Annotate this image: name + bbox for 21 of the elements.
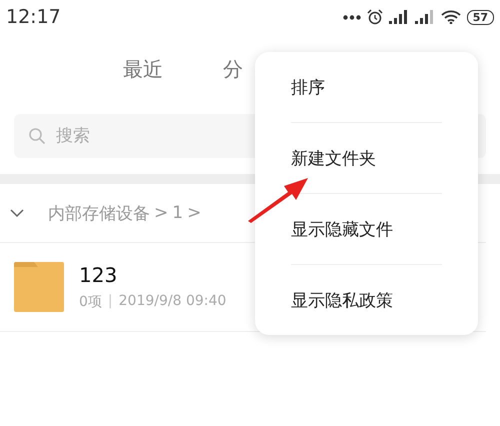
tab[interactable]: 分 bbox=[223, 56, 243, 82]
menu-item[interactable]: 显示隐私政策 bbox=[291, 265, 442, 335]
breadcrumb-item[interactable]: 内部存储设备 bbox=[48, 202, 150, 224]
tab[interactable]: 最近 bbox=[123, 56, 163, 82]
wifi-icon bbox=[440, 10, 461, 24]
more-dots-icon bbox=[342, 14, 361, 20]
meta-separator: | bbox=[108, 293, 113, 311]
breadcrumb-item[interactable]: > bbox=[187, 203, 202, 223]
alarm-clock-icon bbox=[366, 9, 383, 25]
modified-date: 2019/9/8 09:40 bbox=[118, 293, 226, 311]
menu-item[interactable]: 排序 bbox=[291, 52, 442, 123]
folder-icon bbox=[14, 262, 64, 312]
breadcrumb-item[interactable]: > bbox=[154, 203, 168, 223]
chevron-down-icon[interactable] bbox=[10, 208, 24, 218]
item-count: 0项 bbox=[79, 293, 102, 311]
signal-icon bbox=[388, 10, 409, 24]
breadcrumb-item[interactable]: 1 bbox=[172, 203, 184, 223]
signal-icon bbox=[414, 10, 435, 24]
battery-level: 57 bbox=[466, 10, 494, 24]
status-time: 12:17 bbox=[6, 6, 61, 28]
folder-name: 123 bbox=[79, 263, 118, 287]
